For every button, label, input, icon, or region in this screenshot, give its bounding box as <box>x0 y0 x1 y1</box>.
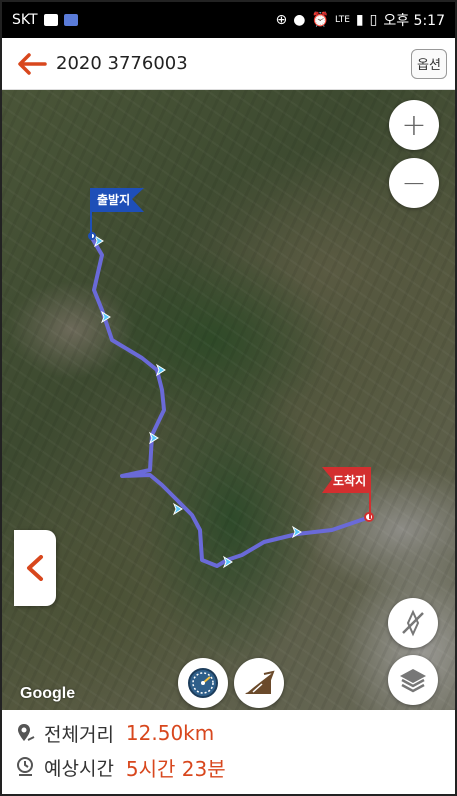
back-button[interactable] <box>10 42 54 86</box>
alarm-icon: ⏰ <box>311 12 329 28</box>
start-flag: 출발지 <box>88 186 148 244</box>
lte-label: LTE <box>334 15 350 25</box>
page-title: 2020 3776003 <box>56 53 188 74</box>
google-logo: Google <box>20 685 76 702</box>
compass-off-button[interactable] <box>388 598 438 648</box>
route-layer <box>88 232 374 569</box>
clock-pin-icon <box>17 757 33 776</box>
time-row: 예상시간 5시간 23분 <box>16 750 441 784</box>
chevron-left-icon <box>27 555 43 581</box>
zoom-out-button[interactable]: − <box>389 158 439 208</box>
end-label: 도착지 <box>333 474 367 488</box>
map-view[interactable]: 출발지 도착지 + − Google <box>2 90 455 710</box>
slope-icon <box>245 670 275 694</box>
zoom-in-button[interactable]: + <box>389 100 439 150</box>
signal-icon: ▮ <box>355 12 364 28</box>
message-icon <box>43 14 58 26</box>
distance-pin-icon <box>18 724 35 741</box>
carrier-label: SKT <box>12 12 38 28</box>
status-time: 오후 5:17 <box>383 13 445 29</box>
status-bar: SKT ⊕ ● ⏰ LTE ▮ ▯ 오후 5:17 <box>2 2 455 38</box>
app-bar: 2020 3776003 옵션 <box>2 38 455 90</box>
route-arrows <box>93 234 302 569</box>
distance-label: 전체거리 <box>44 723 114 746</box>
layers-icon <box>400 669 426 693</box>
location-icon: ● <box>293 12 306 28</box>
side-collapse-button[interactable] <box>14 530 56 606</box>
options-button[interactable]: 옵션 <box>411 48 447 79</box>
time-value: 5시간 23분 <box>125 756 226 781</box>
arrow-left-icon <box>18 52 47 75</box>
layers-button[interactable] <box>388 655 438 705</box>
end-flag: 도착지 <box>318 465 378 527</box>
slope-button[interactable] <box>234 658 284 708</box>
sync-icon: ⊕ <box>275 12 288 28</box>
app-icon <box>63 14 78 26</box>
battery-icon: ▯ <box>369 12 378 28</box>
distance-value: 12.50km <box>125 721 215 745</box>
distance-row: 전체거리 12.50km <box>16 716 441 750</box>
time-label: 예상시간 <box>44 757 114 780</box>
start-label: 출발지 <box>97 193 131 207</box>
compass-off-icon <box>402 609 424 637</box>
speedometer-icon <box>188 668 218 698</box>
speedometer-button[interactable] <box>178 658 228 708</box>
route-info-panel: 전체거리 12.50km 예상시간 5시간 23분 <box>2 710 455 794</box>
